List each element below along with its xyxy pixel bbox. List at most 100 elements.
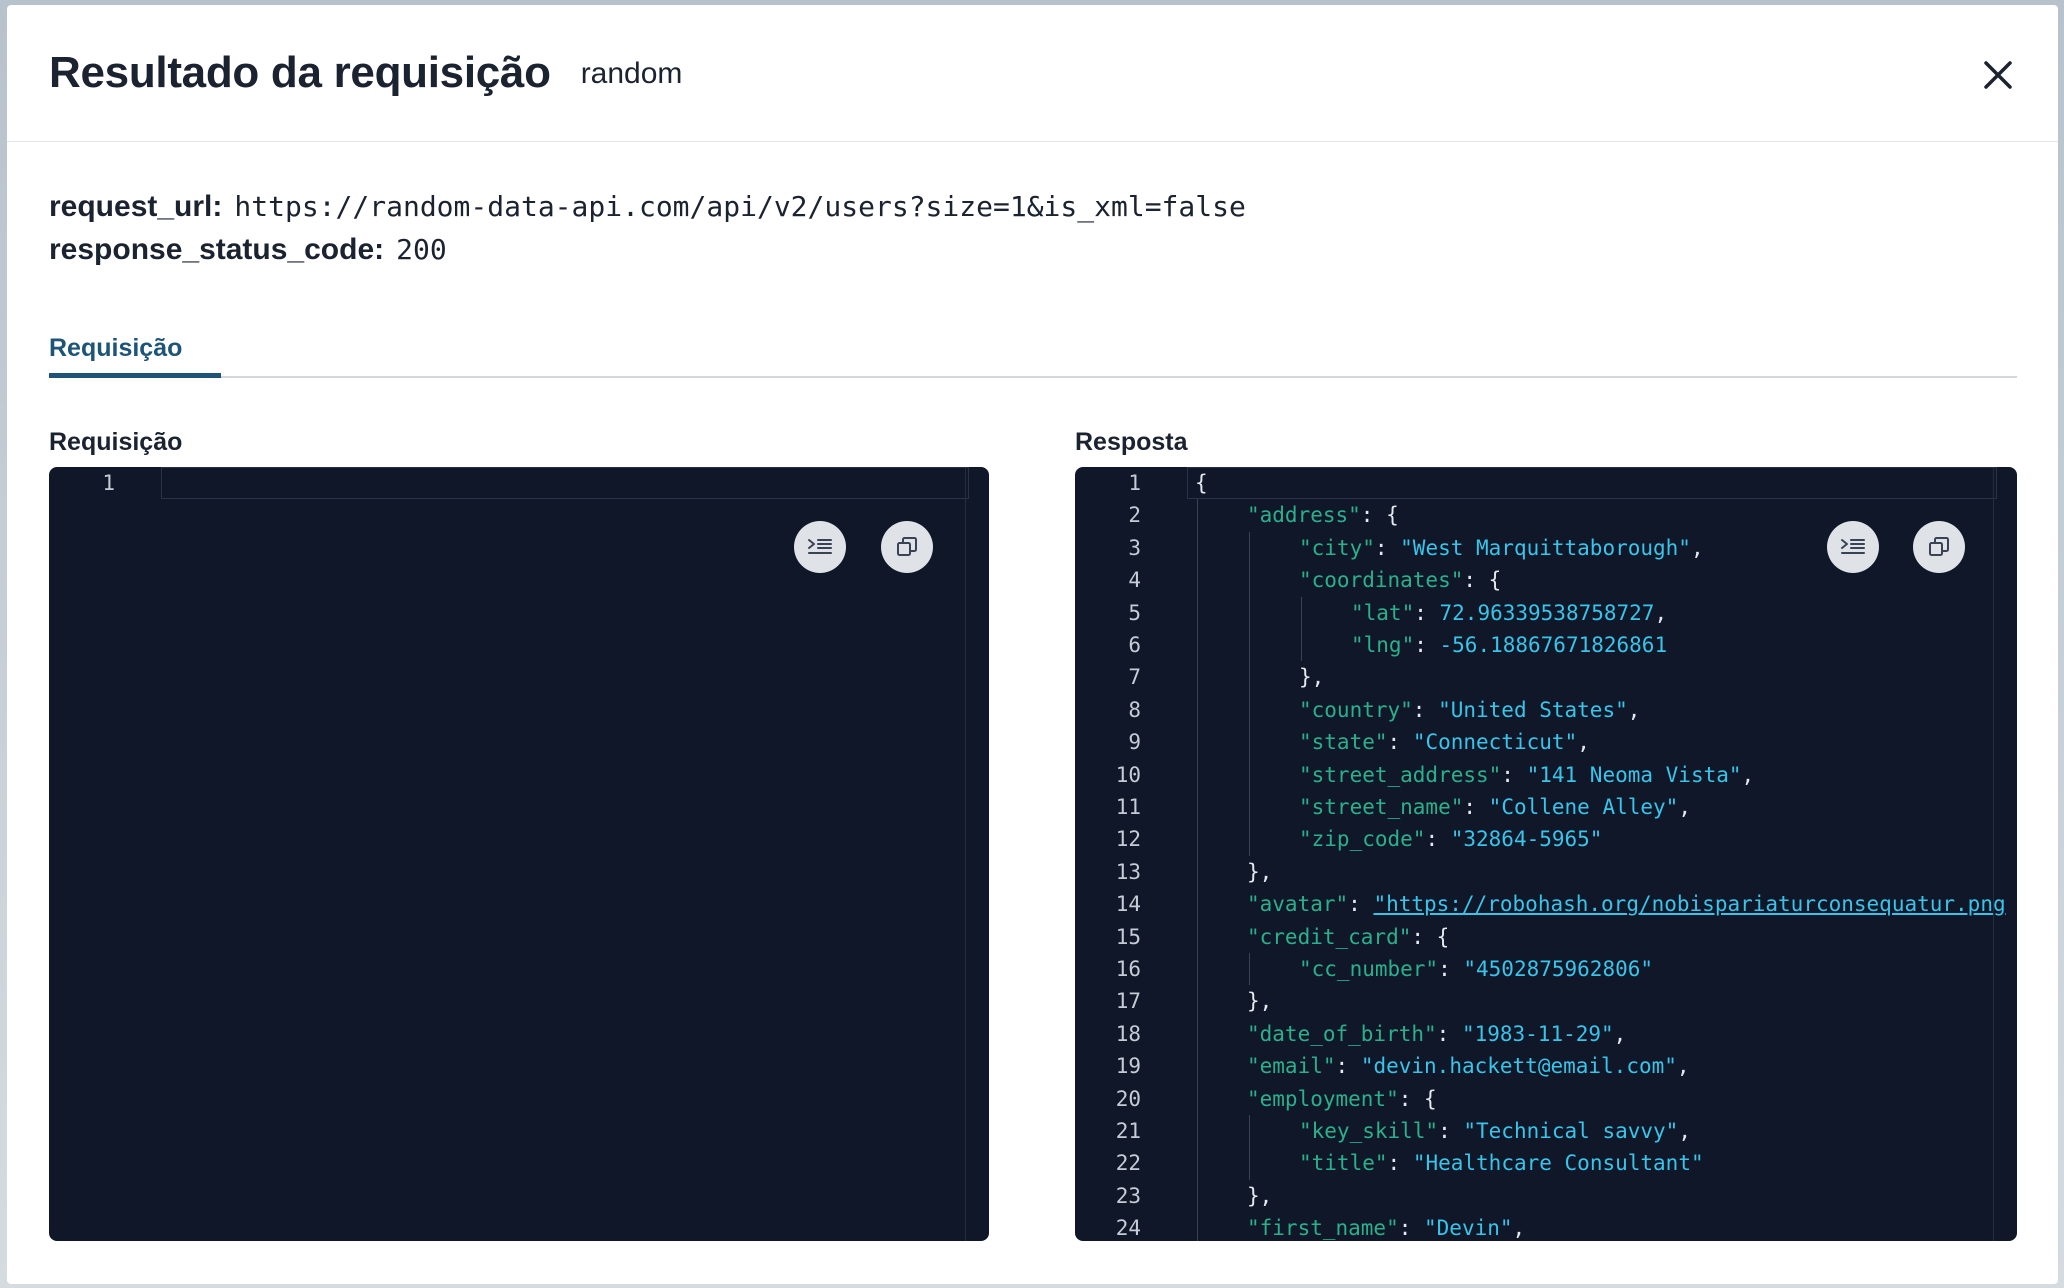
code-line: "employment": { (1247, 1083, 1437, 1115)
json-key: "first_name" (1247, 1216, 1399, 1241)
json-punctuation: , (1741, 762, 1755, 787)
response-editor[interactable]: 1 2 3 4 5 6 7 8 9 10 11 12 13 14 15 16 17 18 19 20 21 22 23 24 … (1075, 467, 2017, 1241)
json-key: "lng" (1351, 633, 1415, 657)
copy-button[interactable] (881, 521, 933, 573)
json-punctuation: { (1195, 471, 1208, 495)
indent-guide (1197, 726, 1198, 759)
line-number: 6 (1128, 633, 1141, 657)
json-punctuation: : (1412, 697, 1439, 722)
json-value: "Collene Alley" (1488, 795, 1679, 819)
line-number: 1 (102, 471, 115, 495)
request-scrollbar[interactable] (965, 467, 989, 1241)
tab-requisicao[interactable]: Requisição (49, 328, 221, 378)
json-value: "Connecticut" (1412, 730, 1578, 755)
modal-subtitle: random (580, 57, 683, 90)
request-gutter: 1 (49, 467, 161, 1241)
json-punctuation: : (1463, 795, 1489, 819)
line-number: 15 (1115, 924, 1141, 949)
request-editor[interactable]: 1 (49, 467, 989, 1241)
line-number: 14 (1115, 892, 1141, 917)
line-number: 18 (1115, 1021, 1141, 1046)
json-punctuation: , (1678, 1119, 1691, 1143)
json-key: "title" (1299, 1151, 1388, 1176)
code-line: "coordinates": { (1299, 564, 1501, 596)
indent-guide (1197, 629, 1198, 662)
json-key: "street_name" (1299, 795, 1464, 819)
status-code-row: response_status_code: 200 (49, 233, 2058, 276)
json-punctuation: }, (1299, 665, 1325, 690)
json-punctuation: : (1501, 762, 1527, 787)
json-punctuation: : (1335, 1054, 1361, 1079)
copy-button[interactable] (1913, 521, 1965, 573)
json-punctuation: : { (1398, 1086, 1437, 1111)
format-icon (808, 539, 832, 554)
json-value: "Healthcare Consultant" (1412, 1151, 1704, 1176)
json-punctuation: : (1387, 730, 1413, 755)
line-number: 23 (1115, 1183, 1141, 1208)
json-punctuation: , (1577, 730, 1590, 755)
indent-guide (1249, 1147, 1250, 1180)
indent-guide (1197, 920, 1198, 953)
code-line: "lat": 72.96339538758727, (1351, 597, 1667, 629)
json-key: "coordinates" (1299, 568, 1464, 593)
request-url-row: request_url: https://random-data-api.com… (49, 190, 2058, 233)
code-line: "cc_number": "4502875962806" (1299, 953, 1653, 985)
json-punctuation: , (1678, 795, 1691, 819)
line-number: 4 (1128, 568, 1141, 593)
json-key: "avatar" (1247, 892, 1349, 917)
json-punctuation: }, (1247, 989, 1273, 1014)
indent-guide (1249, 791, 1250, 824)
indent-guide (1249, 758, 1250, 791)
code-line: "title": "Healthcare Consultant" (1299, 1147, 1704, 1179)
json-punctuation: : (1387, 1151, 1413, 1176)
line-number: 1 (1128, 471, 1141, 495)
code-line: { (1195, 467, 1208, 499)
code-line: "first_name": "Devin", (1247, 1212, 1525, 1241)
indent-guide (1249, 693, 1250, 727)
json-punctuation: : (1414, 633, 1440, 657)
modal-title: Resultado da requisição (49, 48, 551, 97)
code-line: "country": "United States", (1299, 694, 1640, 726)
indent-guide (1197, 1050, 1198, 1083)
json-value: "141 Neoma Vista" (1526, 762, 1742, 787)
json-value: -56.18867671826861 (1439, 633, 1668, 657)
line-number: 7 (1128, 665, 1141, 690)
json-punctuation: : { (1463, 568, 1502, 593)
indent-guide (1197, 1147, 1198, 1180)
response-gutter: 1 2 3 4 5 6 7 8 9 10 11 12 13 14 15 16 17 18 19 20 21 22 23 24 (1075, 467, 1187, 1241)
json-key: "employment" (1247, 1086, 1399, 1111)
line-number: 24 (1115, 1216, 1141, 1241)
indent-guide (1197, 823, 1198, 856)
indent-guide (1249, 1115, 1250, 1148)
format-icon (1841, 539, 1865, 554)
modal-header: Resultado da requisição random (7, 5, 2058, 142)
line-number: 9 (1128, 730, 1141, 755)
json-key: "date_of_birth" (1247, 1021, 1437, 1046)
format-button[interactable] (1827, 521, 1879, 573)
json-punctuation: , (1627, 697, 1641, 722)
indent-guide (1197, 1017, 1198, 1051)
response-scrollbar[interactable] (1993, 467, 2017, 1241)
json-punctuation: : (1414, 600, 1440, 625)
indent-guide (1197, 953, 1198, 986)
line-number: 10 (1115, 762, 1141, 787)
line-number: 11 (1115, 795, 1141, 819)
json-key: "cc_number" (1299, 957, 1439, 981)
json-key: "street_address" (1299, 762, 1502, 787)
indent-guide (1197, 791, 1198, 824)
json-key: "email" (1247, 1054, 1336, 1079)
code-line: }, (1247, 1180, 1272, 1212)
json-link[interactable]: "https://robohash.org/nobispariaturconse… (1373, 892, 2005, 916)
json-punctuation: , (1613, 1021, 1627, 1046)
indent-guide (1249, 823, 1250, 856)
indent-guide (1197, 1212, 1198, 1241)
indent-guide (1197, 888, 1198, 921)
json-key: "state" (1299, 730, 1388, 755)
indent-guide (1197, 693, 1198, 727)
indent-guide (1197, 855, 1198, 889)
json-key: "zip_code" (1299, 827, 1426, 852)
format-button[interactable] (794, 521, 846, 573)
request-url-value: https://random-data-api.com/api/v2/users… (234, 190, 1246, 223)
close-button[interactable] (1980, 57, 2016, 93)
json-punctuation: : { (1360, 503, 1399, 528)
